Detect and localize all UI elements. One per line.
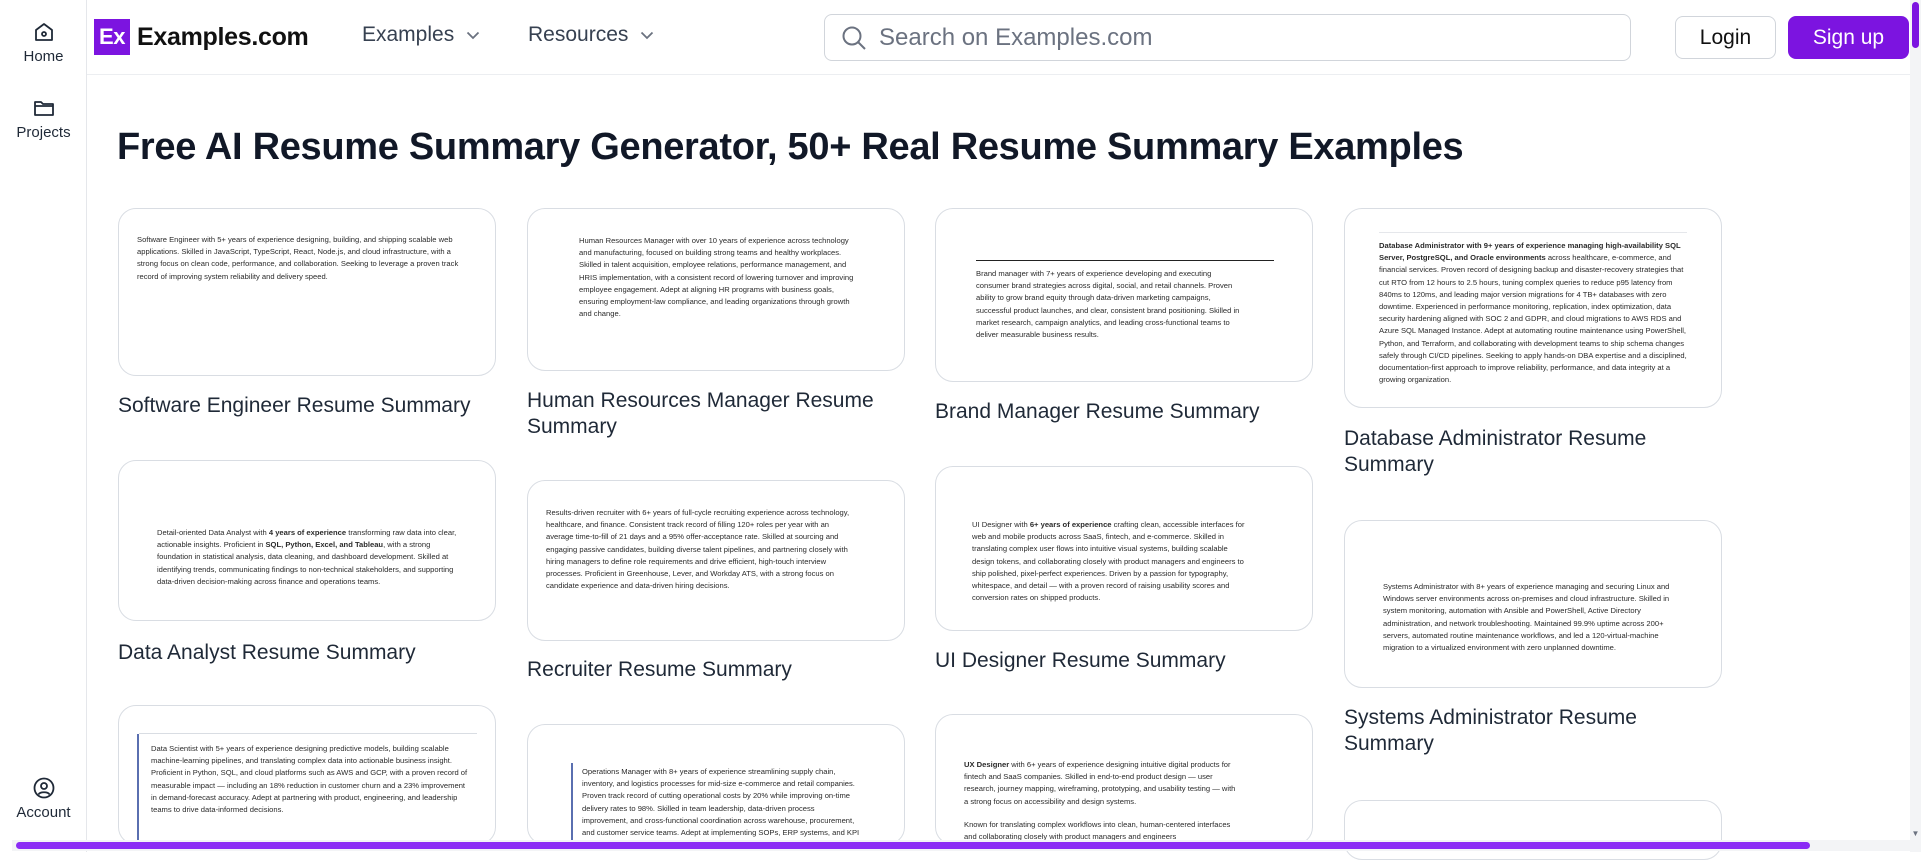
card-preview-text: Database Administrator with 9+ years of … xyxy=(1379,241,1687,385)
card-preview-text: Human Resources Manager with over 10 yea… xyxy=(579,236,854,319)
login-button[interactable]: Login xyxy=(1675,16,1776,59)
card-caption-hr-manager[interactable]: Human Resources Manager Resume Summary xyxy=(527,388,907,440)
chevron-down-icon xyxy=(467,31,480,39)
nav-examples-menu[interactable]: Examples xyxy=(362,23,480,47)
scroll-down-arrow-icon[interactable]: ▼ xyxy=(1911,829,1920,838)
card-preview-text: Operations Manager with 8+ years of expe… xyxy=(582,767,860,844)
top-header: Ex Examples.com Examples Resources Login… xyxy=(87,0,1910,75)
card-caption-ui-designer[interactable]: UI Designer Resume Summary xyxy=(935,648,1315,674)
card-preview-text: Brand manager with 7+ years of experienc… xyxy=(976,269,1240,340)
card-preview-text: UI Designer with 6+ years of experience … xyxy=(972,520,1245,603)
home-icon xyxy=(34,23,53,41)
summary-card-ui-designer[interactable]: UI Designer with 6+ years of experience … xyxy=(935,466,1313,631)
vertical-scrollbar-thumb[interactable] xyxy=(1912,2,1919,48)
summary-card-hr-manager[interactable]: Human Resources Manager with over 10 yea… xyxy=(527,208,905,371)
card-caption-systems-administrator[interactable]: Systems Administrator Resume Summary xyxy=(1344,705,1724,757)
card-divider xyxy=(1379,232,1687,233)
summary-card-data-scientist[interactable]: Data Scientist with 5+ years of experien… xyxy=(118,705,496,845)
card-preview-text: Systems Administrator with 8+ years of e… xyxy=(1383,582,1670,653)
left-rail: Home Projects Account xyxy=(0,0,87,852)
rail-projects[interactable]: Projects xyxy=(0,96,87,141)
horizontal-scrollbar[interactable] xyxy=(12,840,1910,851)
logo-text: Examples.com xyxy=(137,22,309,51)
user-circle-icon xyxy=(33,777,54,799)
logo-badge: Ex xyxy=(94,19,130,55)
rail-home-label: Home xyxy=(23,48,64,65)
card-preview-text: Software Engineer with 5+ years of exper… xyxy=(137,235,459,281)
card-divider xyxy=(139,733,477,734)
rail-account-label: Account xyxy=(16,804,71,821)
rail-projects-label: Projects xyxy=(16,124,71,141)
card-preview-text: UX Designer with 6+ years of experience … xyxy=(964,760,1236,806)
chevron-down-icon xyxy=(641,31,654,39)
site-logo[interactable]: Ex Examples.com xyxy=(94,19,309,55)
summary-card-software-engineer[interactable]: Software Engineer with 5+ years of exper… xyxy=(118,208,496,376)
summary-card-ux-designer[interactable]: UX Designer with 6+ years of experience … xyxy=(935,714,1313,845)
rail-home[interactable]: Home xyxy=(0,20,87,65)
summary-card-recruiter[interactable]: Results-driven recruiter with 6+ years o… xyxy=(527,480,905,641)
page-title: Free AI Resume Summary Generator, 50+ Re… xyxy=(117,126,1464,168)
search-icon xyxy=(842,26,866,50)
summary-card-partial[interactable] xyxy=(1344,800,1722,860)
card-caption-software-engineer[interactable]: Software Engineer Resume Summary xyxy=(118,393,498,419)
card-caption-recruiter[interactable]: Recruiter Resume Summary xyxy=(527,657,907,683)
card-accent-bar xyxy=(571,763,573,844)
folder-icon xyxy=(33,101,54,116)
search-box[interactable] xyxy=(824,14,1631,61)
card-caption-data-analyst[interactable]: Data Analyst Resume Summary xyxy=(118,640,498,666)
card-caption-database-administrator[interactable]: Database Administrator Resume Summary xyxy=(1344,426,1724,478)
summary-card-systems-administrator[interactable]: Systems Administrator with 8+ years of e… xyxy=(1344,520,1722,688)
summary-card-operations-manager[interactable]: Operations Manager with 8+ years of expe… xyxy=(527,724,905,845)
card-preview-text: Results-driven recruiter with 6+ years o… xyxy=(546,508,850,591)
card-preview-text: Data Scientist with 5+ years of experien… xyxy=(151,744,468,815)
card-preview-text: Detail-oriented Data Analyst with 4 year… xyxy=(157,528,457,586)
summary-card-brand-manager[interactable]: Brand manager with 7+ years of experienc… xyxy=(935,208,1313,382)
card-accent-bar xyxy=(137,734,139,844)
nav-examples-label: Examples xyxy=(362,23,455,46)
nav-resources-menu[interactable]: Resources xyxy=(528,23,654,47)
search-input[interactable] xyxy=(879,23,1579,52)
signup-button[interactable]: Sign up xyxy=(1788,16,1909,59)
summary-card-database-administrator[interactable]: Database Administrator with 9+ years of … xyxy=(1344,208,1722,408)
horizontal-scrollbar-thumb[interactable] xyxy=(16,842,1810,849)
card-caption-brand-manager[interactable]: Brand Manager Resume Summary xyxy=(935,399,1315,425)
card-divider xyxy=(976,260,1274,261)
summary-card-data-analyst[interactable]: Detail-oriented Data Analyst with 4 year… xyxy=(118,460,496,621)
vertical-scrollbar[interactable]: ▼ xyxy=(1910,0,1921,852)
nav-resources-label: Resources xyxy=(528,23,629,46)
rail-account[interactable]: Account xyxy=(0,776,87,821)
